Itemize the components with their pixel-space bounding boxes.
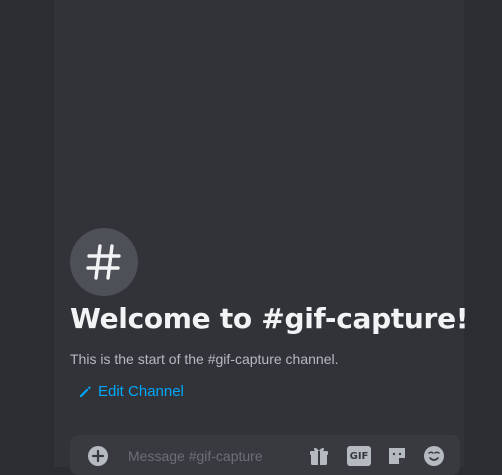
left-sidebar: [0, 0, 54, 467]
gif-icon-label: GIF: [349, 450, 369, 462]
edit-channel-button[interactable]: Edit Channel: [78, 383, 184, 400]
right-panel: [464, 0, 502, 467]
edit-channel-label: Edit Channel: [98, 383, 184, 400]
sticker-icon[interactable]: [386, 445, 408, 467]
message-composer: GIF: [70, 435, 460, 475]
pencil-icon: [80, 385, 91, 397]
message-input[interactable]: [126, 443, 290, 469]
welcome-title: Welcome to #gif-capture!: [70, 302, 469, 335]
hash-icon: [86, 244, 121, 280]
emoji-icon[interactable]: [423, 445, 445, 467]
channel-start-text: This is the start of the #gif-capture ch…: [70, 351, 339, 367]
add-circle-icon[interactable]: [88, 446, 108, 466]
gift-icon[interactable]: [308, 445, 330, 467]
channel-hash-avatar: [70, 228, 138, 296]
gif-icon[interactable]: GIF: [347, 446, 371, 466]
